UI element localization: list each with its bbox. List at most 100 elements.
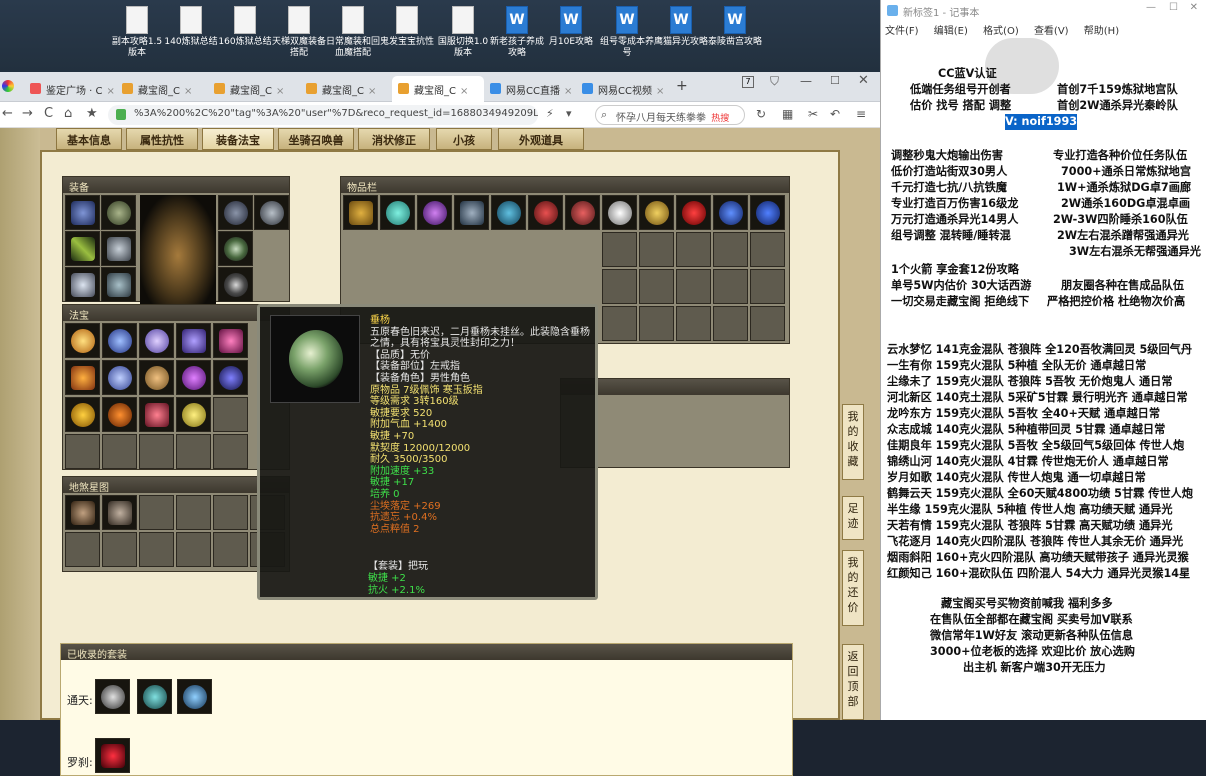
inventory-slot[interactable] <box>750 306 785 341</box>
fabao-slot[interactable] <box>176 323 211 358</box>
close-window-icon[interactable]: ✕ <box>858 73 869 88</box>
equip-slot[interactable] <box>101 267 136 302</box>
browser-tab[interactable]: 网易CC视频 × <box>576 76 668 102</box>
inventory-slot[interactable] <box>713 269 748 304</box>
inventory-slot[interactable] <box>639 269 674 304</box>
inventory-slot[interactable] <box>676 195 711 230</box>
fabao-slot[interactable] <box>65 434 100 469</box>
browser-tab[interactable]: 网易CC直播 × <box>484 76 576 102</box>
tab-child[interactable]: 小孩 <box>436 128 492 150</box>
fabao-slot[interactable] <box>213 360 248 395</box>
minimize-icon[interactable]: — <box>800 74 812 88</box>
fabao-slot[interactable] <box>139 323 174 358</box>
desktop-icon[interactable]: 天梯双魔装备搭配 <box>272 6 326 59</box>
inventory-slot[interactable] <box>713 195 748 230</box>
lightning-icon[interactable]: ⚡ <box>546 107 554 121</box>
fabao-slot[interactable] <box>139 360 174 395</box>
equip-slot[interactable] <box>218 231 253 266</box>
suit-slot[interactable] <box>95 738 130 773</box>
home-icon[interactable]: ⌂ <box>64 107 72 121</box>
equip-slot[interactable] <box>101 195 136 230</box>
undo-icon[interactable]: ↶ <box>830 107 840 121</box>
maximize-icon[interactable]: ☐ <box>830 74 840 87</box>
tab-basic-info[interactable]: 基本信息 <box>56 128 122 150</box>
search-input[interactable]: ⌕ 怀孕八月每天练拳拳 热搜 <box>595 105 745 125</box>
close-icon[interactable]: × <box>460 86 468 97</box>
menu-edit[interactable]: 编辑(E) <box>934 26 968 37</box>
menu-help[interactable]: 帮助(H) <box>1084 26 1119 37</box>
inventory-slot[interactable] <box>343 195 378 230</box>
suit-slot[interactable] <box>177 679 212 714</box>
menu-file[interactable]: 文件(F) <box>885 26 919 37</box>
desktop-icon[interactable]: 160炼狱总结 <box>218 6 272 48</box>
tab-equipment[interactable]: 装备法宝 <box>202 128 274 150</box>
browser-tab[interactable]: 藏宝阁_C × <box>116 76 208 102</box>
desktop-icon[interactable]: 日常魔装和回血魔搭配 <box>326 6 380 59</box>
inventory-slot[interactable] <box>750 269 785 304</box>
fabao-slot[interactable] <box>213 323 248 358</box>
star-slot[interactable] <box>102 532 137 567</box>
equip-slot[interactable] <box>65 267 100 302</box>
browser-tab[interactable]: 鉴定广场 · C × <box>24 76 116 102</box>
star-slot[interactable] <box>213 532 248 567</box>
fabao-slot[interactable] <box>139 434 174 469</box>
desktop-icon[interactable]: 140炼狱总结 <box>164 6 218 48</box>
favorite-icon[interactable]: ★ <box>86 107 98 121</box>
fabao-slot[interactable] <box>213 434 248 469</box>
grid-icon[interactable]: ▦ <box>782 107 793 121</box>
suit-slot[interactable] <box>95 679 130 714</box>
inventory-slot[interactable] <box>491 195 526 230</box>
fabao-slot[interactable] <box>176 360 211 395</box>
star-slot[interactable] <box>176 532 211 567</box>
fabao-slot[interactable] <box>65 397 100 432</box>
fabao-slot[interactable] <box>65 323 100 358</box>
inventory-slot[interactable] <box>380 195 415 230</box>
close-icon[interactable]: × <box>368 86 376 97</box>
refresh-icon[interactable]: ↻ <box>756 107 766 121</box>
new-tab-button[interactable]: + <box>676 78 688 94</box>
desktop-icon[interactable]: 国服切换1.0版本 <box>436 6 490 59</box>
star-slot[interactable] <box>65 495 100 530</box>
maximize-icon[interactable]: ☐ <box>1169 2 1178 13</box>
inventory-slot[interactable] <box>565 195 600 230</box>
close-icon[interactable]: ✕ <box>1190 2 1198 13</box>
close-icon[interactable]: × <box>564 86 572 97</box>
footprint-button[interactable]: 足迹 <box>842 496 864 540</box>
fabao-slot[interactable] <box>139 397 174 432</box>
close-icon[interactable]: × <box>107 86 115 97</box>
tab-attributes[interactable]: 属性抗性 <box>126 128 198 150</box>
star-slot[interactable] <box>139 532 174 567</box>
star-slot[interactable] <box>176 495 211 530</box>
fabao-slot[interactable] <box>102 397 137 432</box>
equip-slot[interactable] <box>65 231 100 266</box>
fabao-slot[interactable] <box>102 360 137 395</box>
favorites-button[interactable]: 我的收藏 <box>842 404 864 480</box>
fabao-slot[interactable] <box>102 434 137 469</box>
inventory-slot[interactable] <box>528 195 563 230</box>
fabao-slot[interactable] <box>176 434 211 469</box>
address-bar[interactable]: %3A%200%2C%20"tag"%3A%20"user"%7D&reco_r… <box>108 105 538 125</box>
close-icon[interactable]: × <box>184 86 192 97</box>
inventory-slot[interactable] <box>639 306 674 341</box>
inventory-slot[interactable] <box>676 269 711 304</box>
inventory-slot[interactable] <box>750 195 785 230</box>
fabao-slot[interactable] <box>65 360 100 395</box>
inventory-slot[interactable] <box>639 195 674 230</box>
fabao-slot[interactable] <box>102 323 137 358</box>
notepad-text-area[interactable]: CC蓝V认证 低端任务组号开创者 首创7千159炼狱地宫队 估价 找号 搭配 调整 首创… <box>881 38 1206 720</box>
equip-slot[interactable] <box>101 231 136 266</box>
close-icon[interactable]: × <box>276 86 284 97</box>
inventory-slot[interactable] <box>676 232 711 267</box>
inventory-slot[interactable] <box>602 269 637 304</box>
inventory-slot[interactable] <box>713 306 748 341</box>
tab-appearance[interactable]: 外观道具 <box>498 128 584 150</box>
star-slot[interactable] <box>102 495 137 530</box>
star-slot[interactable] <box>65 532 100 567</box>
forward-icon[interactable]: → <box>22 107 33 121</box>
close-icon[interactable]: × <box>656 86 664 97</box>
minimize-icon[interactable]: — <box>1146 2 1156 13</box>
desktop-icon[interactable]: 鬼发宝宝抗性 <box>380 6 434 48</box>
desktop-icon[interactable]: W 组号零成本养号 <box>600 6 654 59</box>
star-slot[interactable] <box>213 495 248 530</box>
inventory-slot[interactable] <box>602 306 637 341</box>
